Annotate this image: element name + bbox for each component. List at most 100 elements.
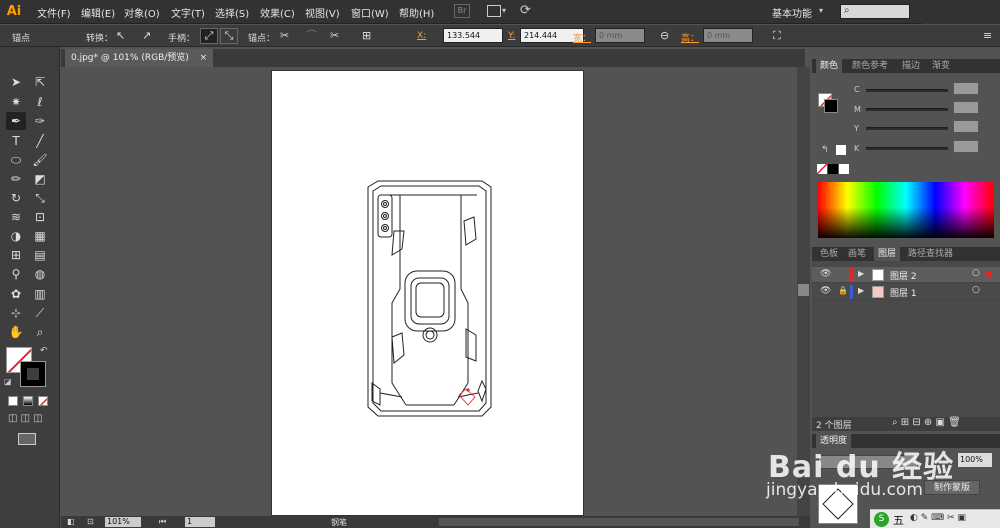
workspace-dropdown-icon[interactable]: ▾ bbox=[819, 6, 823, 15]
type-tool-icon[interactable]: T bbox=[6, 132, 26, 150]
slice-tool-icon[interactable]: ⟋ bbox=[30, 304, 50, 322]
blend-tool-icon[interactable]: ◍ bbox=[30, 265, 50, 283]
warp-tool-icon[interactable]: ≋ bbox=[6, 208, 26, 226]
gpu-performance-icon[interactable]: ⟳ bbox=[520, 3, 531, 18]
none-swatch[interactable] bbox=[817, 164, 827, 174]
tab-brushes[interactable]: 画笔 bbox=[844, 247, 870, 261]
bridge-icon[interactable]: Br bbox=[454, 4, 470, 18]
tab-gradient[interactable]: 渐变 bbox=[928, 59, 954, 73]
tab-layers[interactable]: 图层 bbox=[874, 247, 901, 261]
curvature-tool-icon[interactable]: ✑ bbox=[30, 112, 50, 130]
gradient-mode-icon[interactable] bbox=[23, 396, 33, 406]
color-stroke-swatch[interactable] bbox=[824, 99, 838, 113]
selection-tool-icon[interactable]: ➤ bbox=[6, 73, 26, 91]
cut-path-icon[interactable]: ✂ bbox=[330, 29, 339, 43]
color-mode-icon[interactable] bbox=[8, 396, 18, 406]
black-swatch[interactable] bbox=[828, 164, 838, 174]
ime-icon[interactable]: S bbox=[874, 512, 889, 527]
layer-toggle-icon[interactable]: ◧ bbox=[67, 517, 75, 526]
show-handles-icon[interactable]: ⤢ bbox=[200, 28, 218, 44]
zoom-tool-icon[interactable]: ⌕ bbox=[30, 323, 50, 341]
layer-row[interactable]: 👁 ▶ 图层 2 ○ bbox=[812, 267, 1000, 283]
layer-name[interactable]: 图层 2 bbox=[890, 269, 917, 282]
color-spectrum[interactable] bbox=[818, 182, 994, 238]
tab-stroke[interactable]: 描边 bbox=[898, 59, 924, 73]
free-transform-tool-icon[interactable]: ⊡ bbox=[30, 208, 50, 226]
chevron-down-icon[interactable]: ▾ bbox=[502, 6, 506, 15]
pencil-tool-icon[interactable]: ✏ bbox=[6, 170, 26, 188]
k-slider[interactable] bbox=[866, 147, 948, 150]
close-tab-icon[interactable]: × bbox=[200, 53, 208, 63]
convert-to-smooth-icon[interactable]: ↗ bbox=[142, 29, 151, 43]
ime-mode[interactable]: 五 bbox=[893, 512, 904, 528]
artboard[interactable] bbox=[271, 70, 584, 516]
menu-file[interactable]: 文件(F) bbox=[37, 5, 71, 20]
symbol-sprayer-tool-icon[interactable]: ✿ bbox=[6, 285, 26, 303]
hide-handles-icon[interactable]: ⤡ bbox=[220, 28, 238, 44]
tab-swatches[interactable]: 色板 bbox=[816, 247, 842, 261]
canvas[interactable] bbox=[61, 67, 797, 516]
layer-name[interactable]: 图层 1 bbox=[890, 286, 917, 299]
selected-indicator[interactable] bbox=[986, 272, 991, 277]
magic-wand-tool-icon[interactable]: ✷ bbox=[6, 93, 26, 111]
convert-to-corner-icon[interactable]: ↖ bbox=[116, 29, 125, 43]
y-slider[interactable] bbox=[866, 127, 948, 130]
menu-help[interactable]: 帮助(H) bbox=[399, 5, 434, 20]
lock-icon[interactable]: 🔒 bbox=[838, 286, 848, 295]
menu-type[interactable]: 文字(T) bbox=[171, 5, 205, 20]
document-tab[interactable]: 0.jpg* @ 101% (RGB/预览) × bbox=[65, 49, 214, 67]
expand-arrow-icon[interactable]: ▶ bbox=[858, 269, 864, 278]
ellipse-tool-icon[interactable]: ⬭ bbox=[6, 151, 26, 169]
rotate-tool-icon[interactable]: ↻ bbox=[6, 189, 26, 207]
lasso-tool-icon[interactable]: ℓ bbox=[30, 93, 50, 111]
swap-fill-stroke-icon[interactable]: ↶ bbox=[40, 346, 48, 356]
scroll-thumb[interactable] bbox=[798, 284, 809, 296]
default-colors-icon[interactable]: ◪ bbox=[4, 377, 12, 386]
tab-pathfinder[interactable]: 路径查找器 bbox=[904, 247, 957, 261]
m-slider[interactable] bbox=[866, 108, 948, 111]
shape-builder-tool-icon[interactable]: ◑ bbox=[6, 227, 26, 245]
target-icon[interactable]: ○ bbox=[972, 285, 980, 295]
c-value[interactable] bbox=[953, 82, 979, 95]
height-field[interactable]: 0 mm bbox=[703, 28, 753, 43]
layer-actions-icons[interactable]: ⌕ ⊞ ⊟ ⊕ ▣ 🗑 bbox=[892, 417, 961, 428]
menu-object[interactable]: 对象(O) bbox=[124, 5, 160, 20]
menu-edit[interactable]: 编辑(E) bbox=[81, 5, 115, 20]
opacity-field[interactable]: 100% bbox=[958, 453, 992, 467]
draw-mode-icon[interactable]: ◫ ◫ ◫ bbox=[8, 413, 43, 424]
perspective-grid-tool-icon[interactable]: ▦ bbox=[30, 227, 50, 245]
c-slider[interactable] bbox=[866, 89, 948, 92]
tab-color[interactable]: 颜色 bbox=[816, 59, 843, 73]
direct-selection-tool-icon[interactable]: ⇱ bbox=[30, 73, 50, 91]
scale-tool-icon[interactable]: ⤡ bbox=[30, 189, 50, 207]
page-field[interactable]: 1 bbox=[185, 517, 215, 527]
x-field[interactable]: 133.544 bbox=[443, 28, 503, 43]
constrain-proportions-icon[interactable]: ⊖ bbox=[660, 29, 669, 43]
eyedropper-tool-icon[interactable]: ⚲ bbox=[6, 265, 26, 283]
workspace-switcher[interactable]: 基本功能 bbox=[772, 5, 812, 20]
menu-view[interactable]: 视图(V) bbox=[305, 5, 340, 20]
graph-tool-icon[interactable]: ▥ bbox=[30, 285, 50, 303]
tray-icons[interactable]: ◐ ✎ ⌨ ✂ ▣ bbox=[910, 513, 966, 523]
paintbrush-tool-icon[interactable]: 🖌 bbox=[30, 151, 50, 169]
width-field[interactable]: 0 mm bbox=[595, 28, 645, 43]
gradient-tool-icon[interactable]: ▤ bbox=[30, 246, 50, 264]
eye-icon[interactable]: 👁 bbox=[820, 286, 831, 296]
phone-case-drawing[interactable] bbox=[272, 71, 585, 516]
arrange-documents-icon[interactable] bbox=[487, 5, 501, 17]
hand-tool-icon[interactable]: ✋ bbox=[6, 323, 26, 341]
isolate-object-icon[interactable]: ⛶ bbox=[773, 29, 781, 43]
panel-menu-icon[interactable]: ≡ bbox=[983, 29, 992, 43]
layer-row[interactable]: 👁 🔒 ▶ 图层 1 ○ bbox=[812, 284, 1000, 300]
k-value[interactable] bbox=[953, 140, 979, 153]
remove-anchor-icon[interactable]: ✂ bbox=[280, 29, 289, 43]
menu-window[interactable]: 窗口(W) bbox=[351, 5, 389, 20]
menu-select[interactable]: 选择(S) bbox=[215, 5, 249, 20]
white-swatch[interactable] bbox=[839, 164, 849, 174]
m-value[interactable] bbox=[953, 101, 979, 114]
artboard-tool-icon[interactable]: ⊹ bbox=[6, 304, 26, 322]
eraser-tool-icon[interactable]: ◩ bbox=[30, 170, 50, 188]
pen-tool-icon[interactable]: ✒ bbox=[6, 112, 26, 130]
none-mode-icon[interactable] bbox=[38, 396, 48, 406]
first-page-icon[interactable]: ⏮ bbox=[159, 517, 166, 527]
